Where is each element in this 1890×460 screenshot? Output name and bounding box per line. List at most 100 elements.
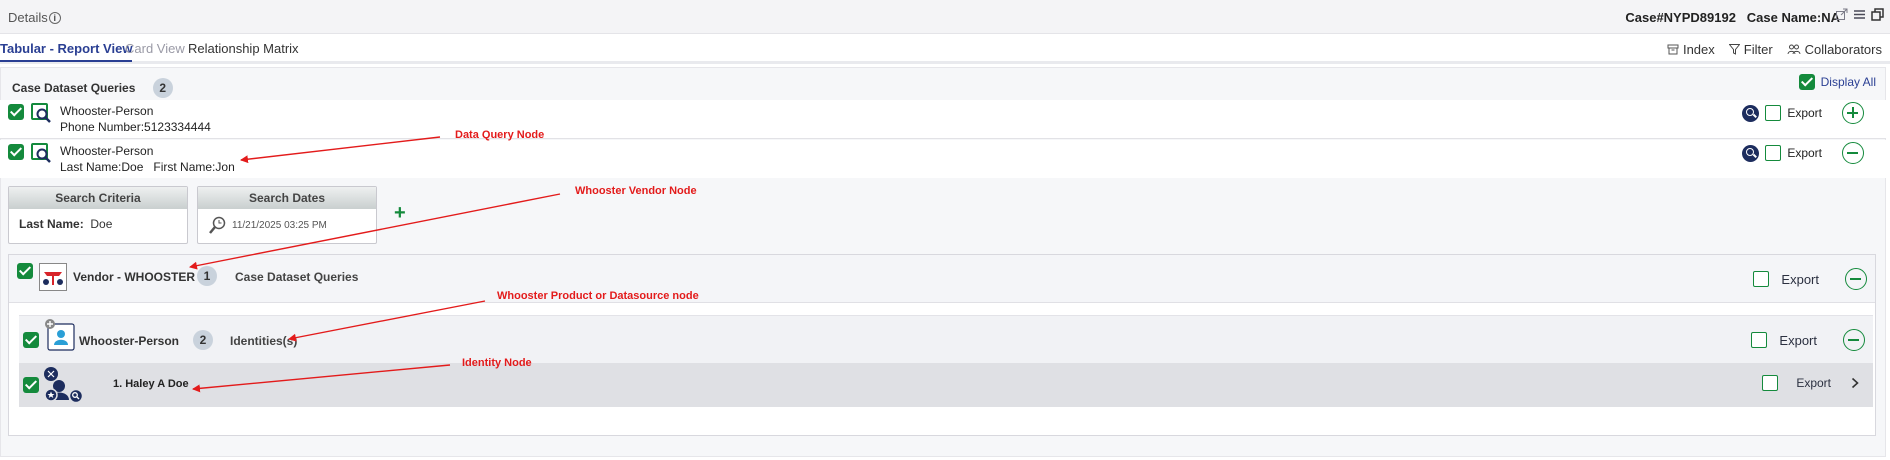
display-all-toggle[interactable]: Display All bbox=[1798, 74, 1876, 90]
vendor-collapse-button[interactable] bbox=[1845, 268, 1867, 290]
query-detail: Phone Number:5123334444 bbox=[60, 120, 211, 134]
expand-button[interactable] bbox=[1842, 102, 1864, 124]
collapse-button[interactable] bbox=[1842, 142, 1864, 164]
identity-node[interactable]: 1. Haley A Doe Export bbox=[19, 363, 1873, 407]
export-checkbox[interactable] bbox=[1765, 145, 1782, 161]
display-all-checkbox[interactable] bbox=[1798, 74, 1815, 90]
date-search-icon bbox=[209, 216, 226, 234]
case-number: Case#NYPD89192 bbox=[1625, 10, 1736, 25]
vendor-checkbox[interactable] bbox=[17, 263, 33, 279]
search-criteria-body: Last Name: Doe bbox=[9, 209, 187, 239]
case-info: Case#NYPD89192 Case Name:NA bbox=[1625, 10, 1840, 25]
filter-icon bbox=[1728, 44, 1740, 55]
vendor-container: Vendor - WHOOSTER 1 Case Dataset Queries… bbox=[8, 254, 1876, 436]
criteria-field-label: Last Name: bbox=[19, 217, 84, 231]
search-dates-body: 11/21/2025 03:25 PM bbox=[198, 209, 376, 243]
vendor-export-label: Export bbox=[1781, 271, 1819, 287]
archive-icon bbox=[1667, 44, 1679, 55]
query-checkbox[interactable] bbox=[8, 144, 24, 160]
search-icon[interactable] bbox=[1742, 144, 1760, 162]
dataset-count-badge: 2 bbox=[152, 78, 173, 98]
index-button[interactable]: Index bbox=[1667, 42, 1715, 57]
query-name: Whooster-Person bbox=[60, 104, 154, 118]
dataset-header: Case Dataset Queries 2 bbox=[12, 78, 173, 98]
criteria-field-value: Doe bbox=[90, 217, 113, 231]
vendor-node: Vendor - WHOOSTER 1 Case Dataset Queries… bbox=[9, 255, 1875, 303]
search-criteria-title: Search Criteria bbox=[9, 187, 187, 209]
details-header: Details i Case#NYPD89192 Case Name:NA bbox=[0, 0, 1890, 34]
product-checkbox[interactable] bbox=[23, 332, 39, 348]
product-node: Whooster-Person 2 Identities(s) Export bbox=[19, 315, 1873, 363]
collaborators-button[interactable]: Collaborators bbox=[1787, 42, 1882, 57]
query-actions: Export bbox=[1742, 102, 1864, 124]
annotation-data-query-node: Data Query Node bbox=[455, 129, 545, 141]
data-query-icon bbox=[31, 103, 51, 123]
tab-tabular-report-view[interactable]: Tabular - Report View bbox=[0, 41, 133, 62]
query-checkbox[interactable] bbox=[8, 104, 24, 120]
identity-export-checkbox[interactable] bbox=[1762, 375, 1779, 391]
identity-export: Export bbox=[1762, 375, 1859, 391]
tab-card-view[interactable]: Card View bbox=[125, 41, 185, 56]
query-detail2-label: First Name: bbox=[153, 160, 216, 174]
chevron-right-icon[interactable] bbox=[1851, 377, 1859, 389]
details-title-text: Details bbox=[8, 10, 48, 25]
filter-label: Filter bbox=[1743, 42, 1773, 57]
product-export: Export bbox=[1751, 329, 1865, 351]
product-name: Whooster-Person bbox=[79, 334, 180, 348]
vendor-label: Case Dataset Queries bbox=[235, 270, 359, 284]
search-dates-card: Search Dates 11/21/2025 03:25 PM bbox=[197, 186, 377, 244]
query-row-name: Whooster-Person Last Name:Doe First Name… bbox=[0, 140, 1886, 178]
view-tabs: Tabular - Report View Card View Relation… bbox=[0, 34, 1890, 64]
details-title: Details i bbox=[8, 10, 61, 25]
menu-icon[interactable] bbox=[1853, 8, 1866, 21]
identity-name: 1. Haley A Doe bbox=[113, 378, 189, 390]
view-toolbar: Index Filter Collaborators bbox=[1667, 42, 1882, 57]
add-criteria-button[interactable]: + bbox=[394, 202, 406, 225]
query-name: Whooster-Person bbox=[60, 144, 154, 158]
identity-export-label: Export bbox=[1796, 376, 1831, 390]
product-count-badge: 2 bbox=[193, 330, 213, 350]
export-label: Export bbox=[1787, 106, 1822, 120]
search-date-value: 11/21/2025 03:25 PM bbox=[232, 219, 327, 231]
annotation-product-node: Whooster Product or Datasource node bbox=[497, 290, 699, 302]
vendor-name: Vendor - WHOOSTER bbox=[73, 270, 196, 284]
product-export-checkbox[interactable] bbox=[1751, 332, 1768, 348]
product-label: Identities(s) bbox=[230, 334, 298, 348]
data-query-icon bbox=[31, 143, 51, 163]
query-detail: Last Name:Doe First Name:Jon bbox=[60, 160, 235, 174]
query-row-phone: Whooster-Person Phone Number:5123334444 … bbox=[0, 100, 1886, 139]
person-product-icon bbox=[45, 319, 75, 351]
info-icon[interactable]: i bbox=[48, 12, 61, 24]
users-icon bbox=[1787, 44, 1801, 55]
query-detail2-value: Jon bbox=[215, 160, 235, 174]
query-detail-value: Doe bbox=[121, 160, 144, 174]
product-collapse-button[interactable] bbox=[1843, 329, 1865, 351]
external-link-icon[interactable] bbox=[1835, 8, 1848, 21]
annotation-vendor-node: Whooster Vendor Node bbox=[575, 185, 697, 197]
export-label: Export bbox=[1787, 146, 1822, 160]
collaborators-label: Collaborators bbox=[1804, 42, 1882, 57]
query-actions: Export bbox=[1742, 142, 1864, 164]
query-detail-label: Phone Number: bbox=[60, 120, 145, 134]
filter-button[interactable]: Filter bbox=[1728, 42, 1773, 57]
window-controls bbox=[1835, 8, 1884, 21]
product-export-label: Export bbox=[1779, 332, 1817, 348]
whooster-logo-icon bbox=[39, 263, 67, 291]
identity-checkbox[interactable] bbox=[23, 377, 39, 393]
case-name-label: Case Name: bbox=[1746, 10, 1822, 25]
vendor-export: Export bbox=[1753, 268, 1867, 290]
search-criteria-card: Search Criteria Last Name: Doe bbox=[8, 186, 188, 244]
vendor-export-checkbox[interactable] bbox=[1753, 271, 1770, 287]
index-label: Index bbox=[1682, 42, 1715, 57]
identity-icon bbox=[44, 367, 83, 404]
display-all-label: Display All bbox=[1820, 75, 1876, 89]
tab-relationship-matrix[interactable]: Relationship Matrix bbox=[188, 41, 299, 56]
query-detail-value: 5123334444 bbox=[144, 120, 211, 134]
export-checkbox[interactable] bbox=[1765, 105, 1782, 121]
vendor-count-badge: 1 bbox=[197, 266, 217, 286]
search-icon[interactable] bbox=[1742, 104, 1760, 122]
dataset-title: Case Dataset Queries bbox=[12, 81, 136, 95]
annotation-identity-node: Identity Node bbox=[462, 357, 532, 369]
restore-window-icon[interactable] bbox=[1871, 8, 1884, 21]
query-detail-label: Last Name: bbox=[60, 160, 122, 174]
